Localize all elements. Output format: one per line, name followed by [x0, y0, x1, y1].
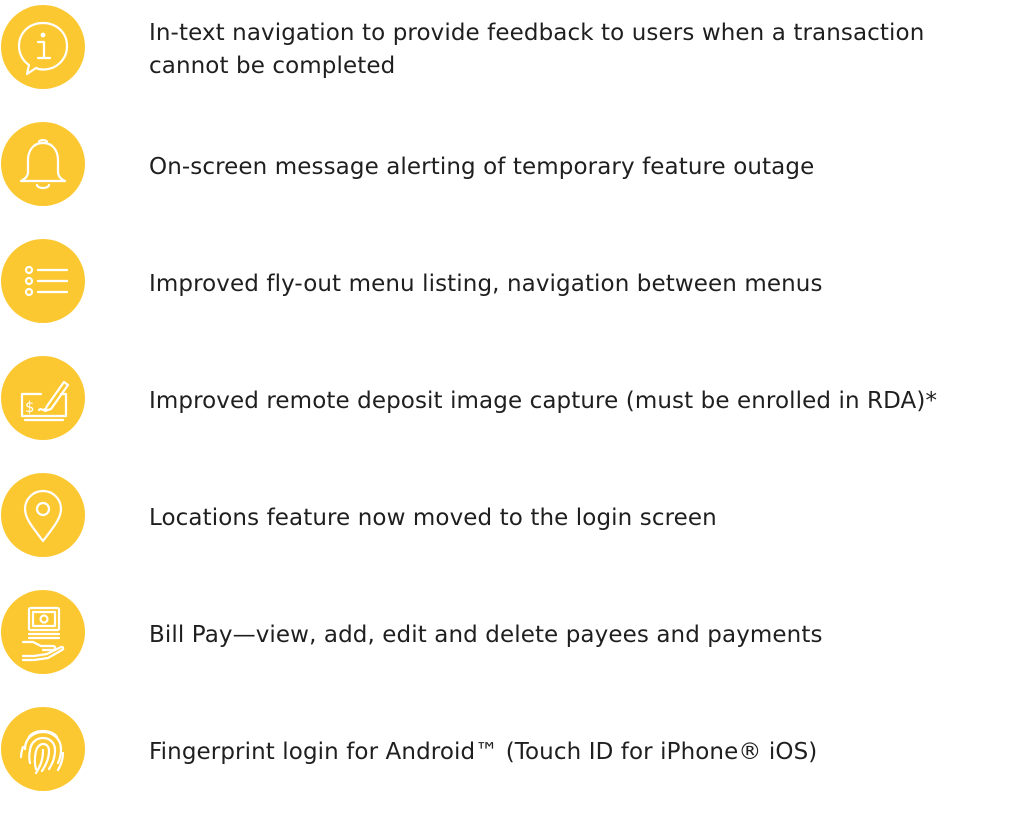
- feature-label: On-screen message alerting of temporary …: [149, 153, 815, 180]
- feature-item-bill-pay: Bill Pay—view, add, edit and delete paye…: [0, 585, 1012, 689]
- check-deposit-icon: $: [1, 356, 85, 440]
- fingerprint-icon: [1, 707, 85, 791]
- feature-item-outage-alert: On-screen message alerting of temporary …: [0, 117, 1012, 221]
- feature-label: Fingerprint login for Android™ (Touch ID…: [149, 738, 818, 765]
- feature-label: Improved fly-out menu listing, navigatio…: [149, 270, 823, 297]
- feature-text: Fingerprint login for Android™ (Touch ID…: [149, 702, 999, 802]
- feature-text: In-text navigation to provide feedback t…: [149, 0, 999, 100]
- info-bubble-icon: [1, 5, 85, 89]
- feature-label: In-text navigation to provide feedback t…: [149, 20, 925, 79]
- feature-item-flyout-menu: Improved fly-out menu listing, navigatio…: [0, 234, 1012, 338]
- feature-text: Improved remote deposit image capture (m…: [149, 351, 999, 451]
- feature-text: On-screen message alerting of temporary …: [149, 117, 999, 217]
- location-pin-icon: [1, 473, 85, 557]
- feature-text: Bill Pay—view, add, edit and delete paye…: [149, 585, 999, 685]
- feature-label: Bill Pay—view, add, edit and delete paye…: [149, 621, 823, 648]
- bill-pay-icon: [1, 590, 85, 674]
- feature-label: Locations feature now moved to the login…: [149, 504, 717, 531]
- feature-item-locations: Locations feature now moved to the login…: [0, 468, 1012, 572]
- feature-text: Improved fly-out menu listing, navigatio…: [149, 234, 999, 334]
- feature-item-feedback: In-text navigation to provide feedback t…: [0, 0, 1012, 104]
- feature-item-remote-deposit: $ Improved remote deposit image capture …: [0, 351, 1012, 455]
- feature-list: In-text navigation to provide feedback t…: [0, 0, 1012, 814]
- menu-list-icon: [1, 239, 85, 323]
- bell-icon: [1, 122, 85, 206]
- feature-text: Locations feature now moved to the login…: [149, 468, 999, 568]
- feature-label: Improved remote deposit image capture (m…: [149, 387, 938, 414]
- feature-item-fingerprint-login: Fingerprint login for Android™ (Touch ID…: [0, 702, 1012, 806]
- svg-text:$: $: [25, 398, 35, 416]
